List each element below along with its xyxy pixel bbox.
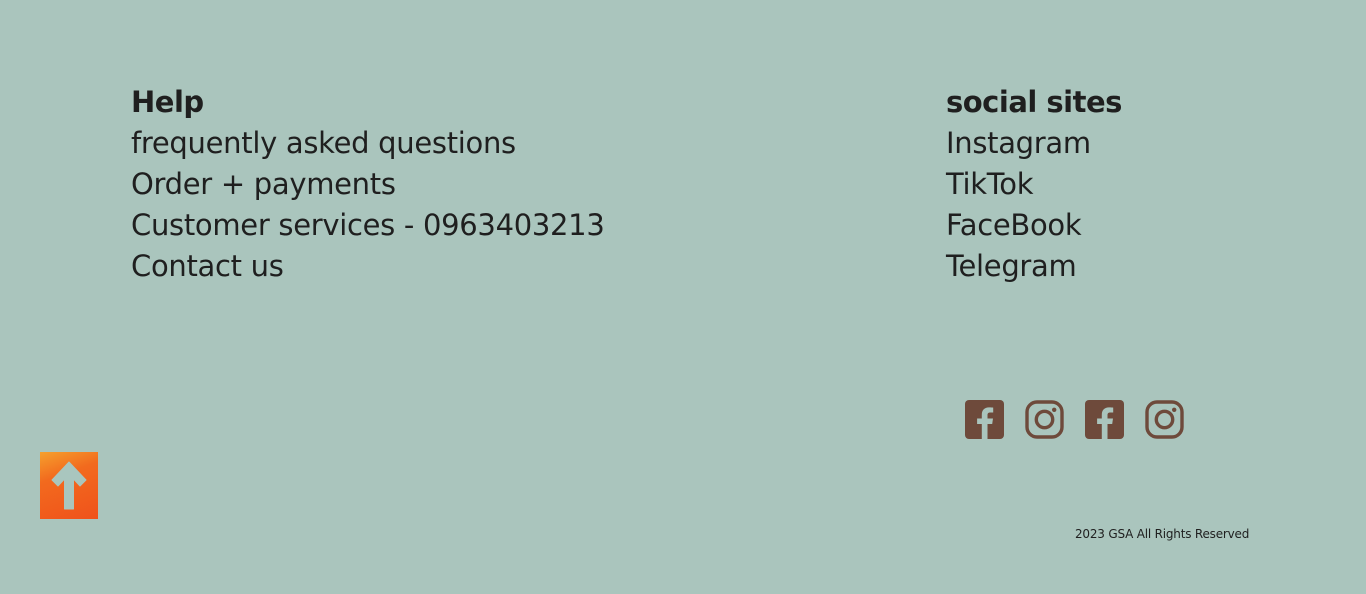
tiktok-link[interactable]: TikTok bbox=[946, 164, 1122, 205]
order-payments-link[interactable]: Order + payments bbox=[131, 164, 604, 205]
customer-services-link[interactable]: Customer services - 0963403213 bbox=[131, 205, 605, 246]
instagram-icon[interactable] bbox=[1025, 400, 1064, 439]
faq-link[interactable]: frequently asked questions bbox=[131, 123, 604, 164]
social-column: social sites Instagram TikTok FaceBook T… bbox=[946, 82, 1122, 287]
help-column: Help frequently asked questions Order + … bbox=[131, 82, 605, 287]
footer-section: Help frequently asked questions Order + … bbox=[0, 0, 1366, 594]
instagram-icon[interactable] bbox=[1145, 400, 1184, 439]
help-heading: Help bbox=[131, 85, 204, 119]
facebook-link[interactable]: FaceBook bbox=[946, 205, 1122, 246]
social-heading: social sites bbox=[946, 85, 1122, 119]
arrow-up-icon bbox=[51, 461, 87, 510]
facebook-icon[interactable] bbox=[1085, 400, 1124, 439]
back-to-top-button[interactable] bbox=[40, 452, 98, 519]
social-icons bbox=[965, 400, 1184, 439]
telegram-link[interactable]: Telegram bbox=[946, 246, 1122, 287]
contact-us-link[interactable]: Contact us bbox=[131, 246, 604, 287]
copyright-text: 2023 GSA All Rights Reserved bbox=[1075, 527, 1250, 541]
instagram-link[interactable]: Instagram bbox=[946, 123, 1122, 164]
facebook-icon[interactable] bbox=[965, 400, 1004, 439]
